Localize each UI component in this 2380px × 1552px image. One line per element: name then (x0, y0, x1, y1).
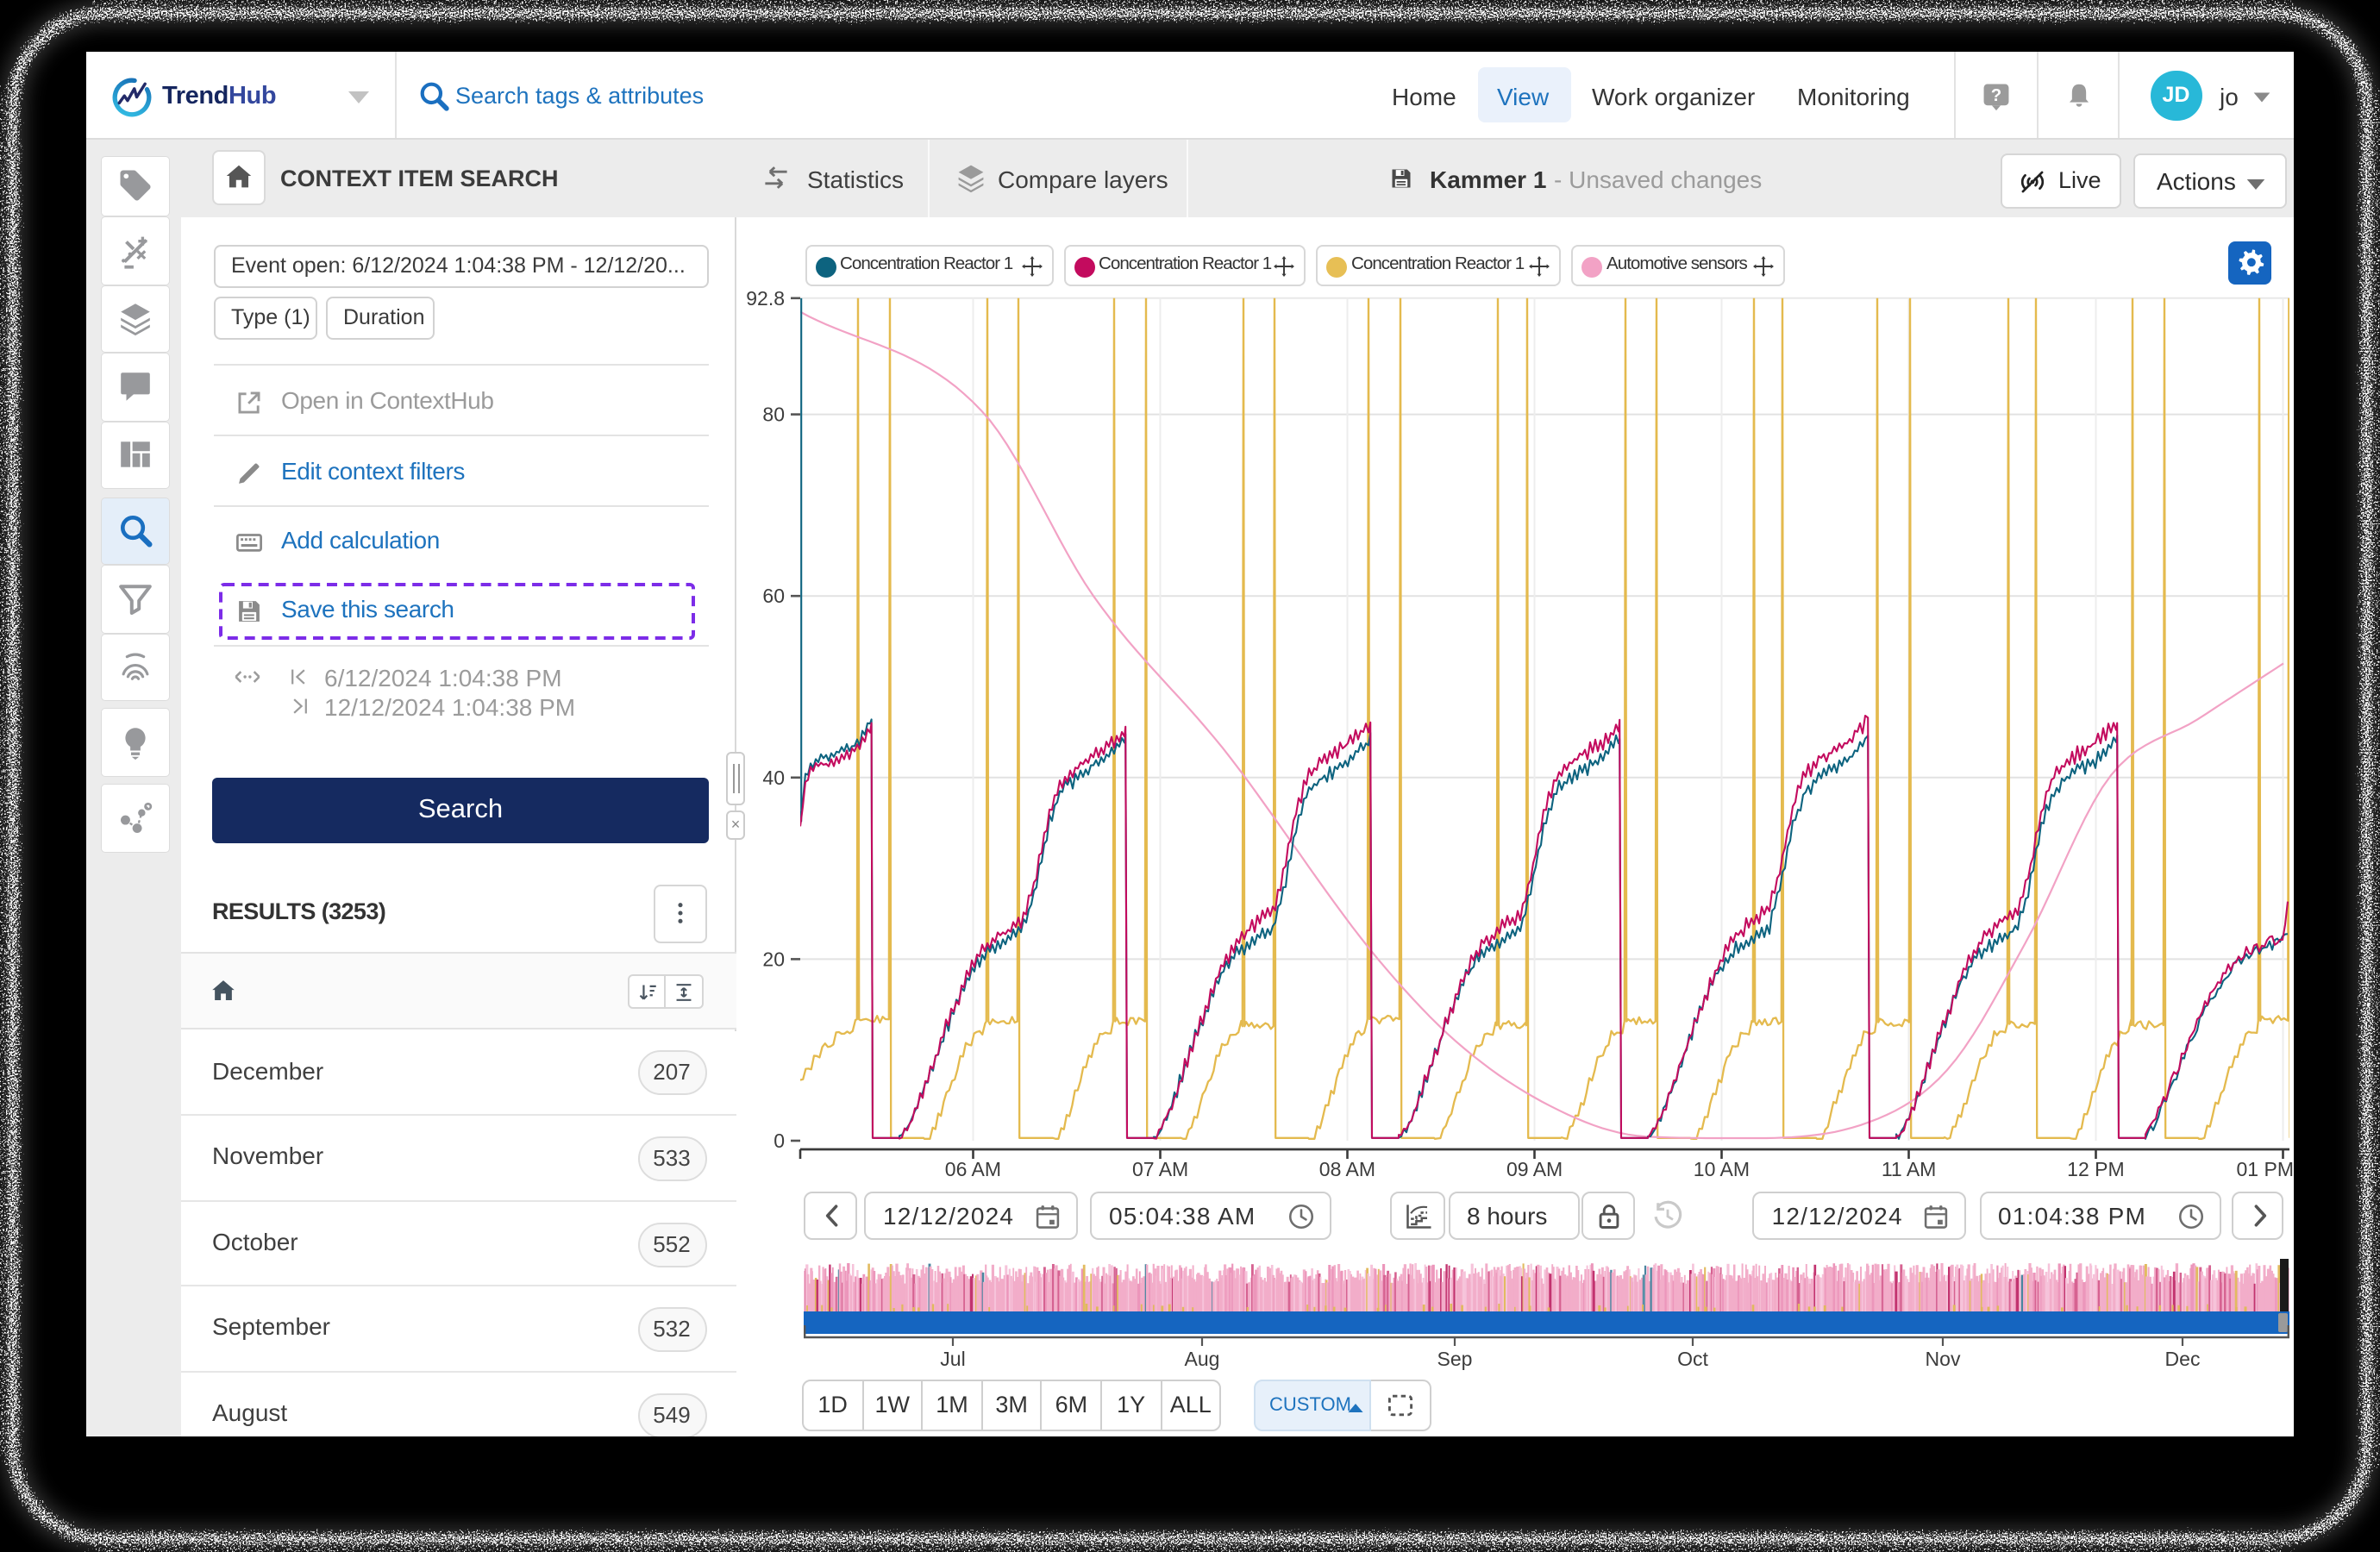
svg-text:12 PM: 12 PM (2067, 1158, 2124, 1180)
svg-text:80: 80 (762, 404, 785, 426)
svg-text:Oct: Oct (1677, 1347, 1708, 1369)
svg-text:Aug: Aug (1185, 1347, 1220, 1369)
svg-text:60: 60 (762, 585, 785, 607)
svg-text:Nov: Nov (1926, 1347, 1961, 1369)
svg-text:40: 40 (762, 767, 785, 789)
svg-text:09 AM: 09 AM (1506, 1158, 1563, 1180)
svg-text:20: 20 (762, 948, 785, 970)
svg-text:?: ? (1991, 86, 2001, 105)
svg-text:06 AM: 06 AM (945, 1158, 1001, 1180)
svg-text:08 AM: 08 AM (1319, 1158, 1375, 1180)
svg-text:Sep: Sep (1437, 1347, 1473, 1369)
svg-text:07 AM: 07 AM (1132, 1158, 1188, 1180)
svg-text:Dec: Dec (2165, 1347, 2201, 1369)
svg-text:Jul: Jul (940, 1347, 965, 1369)
svg-text:10 AM: 10 AM (1694, 1158, 1750, 1180)
svg-text:01 PM: 01 PM (2237, 1158, 2294, 1180)
svg-text:92.8: 92.8 (746, 287, 785, 310)
svg-text:0: 0 (774, 1130, 785, 1152)
svg-text:11 AM: 11 AM (1882, 1158, 1937, 1180)
